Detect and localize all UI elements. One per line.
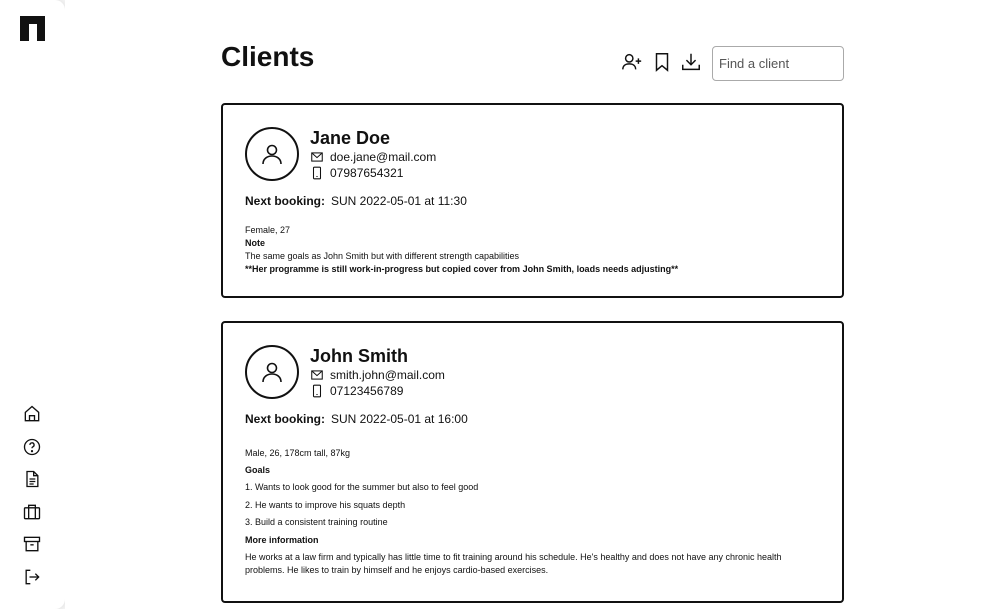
more-heading: More information bbox=[245, 534, 319, 545]
client-details: Male, 26, 178cm tall, 87kg bbox=[245, 448, 351, 458]
page-title: Clients bbox=[221, 41, 315, 72]
mail-icon bbox=[311, 370, 323, 380]
sidebar bbox=[0, 0, 65, 609]
archive-icon[interactable] bbox=[22, 534, 42, 554]
booking-label: Next booking: bbox=[245, 194, 325, 208]
booking-value: SUN 2022-05-01 at 16:00 bbox=[331, 412, 468, 426]
app-logo[interactable] bbox=[20, 16, 45, 41]
user-icon bbox=[262, 362, 282, 383]
client-name: John Smith bbox=[310, 346, 408, 366]
avatar bbox=[245, 345, 299, 399]
more-text: He works at a law firm and typically has… bbox=[245, 551, 782, 575]
phone-icon bbox=[312, 166, 322, 180]
client-phone: 07987654321 bbox=[310, 166, 403, 180]
booking-value: SUN 2022-05-01 at 11:30 bbox=[331, 194, 467, 208]
list-item: 3. Build a consistent training routine bbox=[245, 517, 388, 527]
avatar bbox=[245, 127, 299, 181]
next-booking: Next booking: SUN 2022-05-01 at 11:30 bbox=[245, 194, 467, 208]
briefcase-icon[interactable] bbox=[22, 502, 42, 522]
client-name: Jane Doe bbox=[310, 128, 391, 148]
list-item: 1. Wants to look good for the summer but… bbox=[245, 482, 479, 492]
phone-icon bbox=[312, 384, 322, 398]
add-user-icon[interactable] bbox=[621, 51, 643, 73]
search-input[interactable] bbox=[712, 46, 844, 81]
download-icon[interactable] bbox=[680, 51, 702, 73]
client-notes: Female, 27 Note The same goals as John S… bbox=[245, 224, 678, 276]
document-icon[interactable] bbox=[22, 469, 42, 489]
client-details: Female, 27 bbox=[245, 225, 291, 235]
client-card[interactable]: John Smith smith.john@mail.com 071234567… bbox=[221, 321, 844, 603]
mail-icon bbox=[311, 152, 323, 162]
client-email: doe.jane@mail.com bbox=[310, 150, 436, 164]
client-email: smith.john@mail.com bbox=[310, 368, 445, 382]
goals-heading: Goals bbox=[245, 465, 271, 475]
note-text: The same goals as John Smith but with di… bbox=[245, 251, 519, 261]
user-icon bbox=[262, 144, 282, 165]
client-phone: 07123456789 bbox=[310, 384, 403, 398]
bookmark-icon[interactable] bbox=[651, 51, 673, 73]
list-item: 2. He wants to improve his squats depth bbox=[245, 499, 406, 510]
next-booking: Next booking: SUN 2022-05-01 at 16:00 bbox=[245, 412, 468, 426]
note-bold: **Her programme is still work-in-progres… bbox=[245, 264, 679, 274]
note-heading: Note bbox=[245, 238, 265, 248]
client-card[interactable]: Jane Doe doe.jane@mail.com 07987654321 N… bbox=[221, 103, 844, 298]
main-content: Clients Jane Doe doe.jane@mail.com 07987… bbox=[65, 0, 1000, 609]
booking-label: Next booking: bbox=[245, 412, 325, 426]
help-icon[interactable] bbox=[22, 437, 42, 457]
goals-list: 1. Wants to look good for the summer but… bbox=[245, 481, 805, 529]
logout-icon[interactable] bbox=[22, 567, 42, 587]
client-notes: Male, 26, 178cm tall, 87kg Goals 1. Want… bbox=[245, 447, 805, 577]
home-icon[interactable] bbox=[22, 404, 42, 424]
